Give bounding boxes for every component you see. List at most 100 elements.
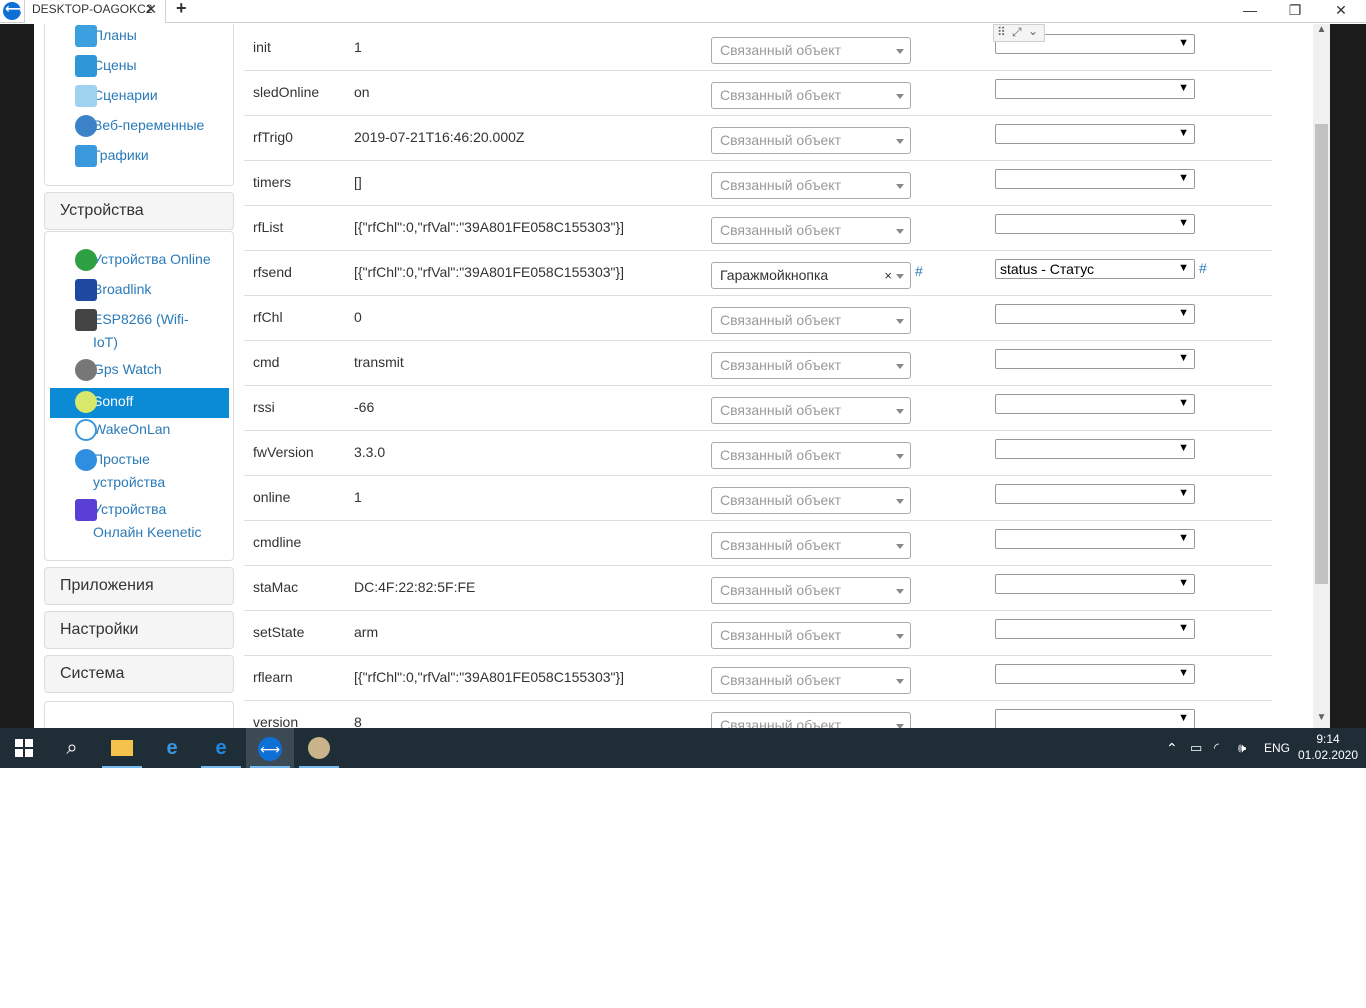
settings-header[interactable]: Настройки <box>44 611 234 649</box>
linked-object-select[interactable]: Связанный объект <box>711 217 911 244</box>
property-name: cmd <box>253 354 280 370</box>
battery-icon[interactable]: ▭ <box>1190 728 1202 768</box>
linked-property-select[interactable]: status - Статус ▼ <box>995 259 1195 279</box>
scroll-down-icon[interactable]: ▼ <box>1315 712 1328 729</box>
volume-icon[interactable]: 🕪 <box>1238 728 1246 768</box>
start-button[interactable] <box>0 728 48 768</box>
scroll-up-icon[interactable]: ▲ <box>1315 24 1328 41</box>
linked-property-select[interactable]: ▼ <box>995 574 1195 594</box>
sidebar-item-web-vars[interactable]: Веб-переменные <box>50 114 229 137</box>
devices-header[interactable]: Устройства <box>44 192 234 230</box>
linked-property-select[interactable]: ▼ <box>995 214 1195 234</box>
sidebar-item-simple-devices[interactable]: Простые устройства <box>50 448 229 494</box>
property-value: transmit <box>354 354 404 370</box>
fullscreen-icon[interactable]: ⤢ <box>1012 25 1022 40</box>
paint-icon[interactable] <box>295 728 343 768</box>
sidebar-item-sonoff[interactable]: Sonoff <box>50 388 229 418</box>
property-name: cmdline <box>253 534 302 550</box>
chevron-down-icon: ▼ <box>1178 172 1189 184</box>
linked-property-select[interactable]: ▼ <box>995 349 1195 369</box>
linked-property-select[interactable]: ▼ <box>995 439 1195 459</box>
linked-object-select[interactable]: Связанный объект <box>711 37 911 64</box>
sidebar-item-wakeonlan[interactable]: WakeOnLan <box>50 418 229 441</box>
search-icon[interactable]: ⌕ <box>48 728 96 768</box>
linked-property-select[interactable]: ▼ <box>995 484 1195 504</box>
minimize-button[interactable]: — <box>1227 0 1273 22</box>
internet-explorer-icon[interactable]: e <box>148 728 196 768</box>
close-button[interactable]: ✕ <box>1318 0 1364 22</box>
table-row: cmdline Связанный объект ▼ <box>244 521 1272 566</box>
sidebar-item-broadlink[interactable]: Broadlink <box>50 278 229 301</box>
linked-object-select[interactable]: Связанный объект <box>711 82 911 109</box>
linked-object-select[interactable]: Связанный объект <box>711 532 911 559</box>
linked-object-select[interactable]: Связанный объект <box>711 487 911 514</box>
linked-object-select[interactable]: Связанный объект <box>711 712 911 728</box>
property-link[interactable]: # <box>1199 260 1207 276</box>
sonoff-icon <box>75 391 97 413</box>
window-titlebar: DESKTOP-OAGOKC2 ✕ + — ❐ ✕ <box>0 0 1366 23</box>
linked-property-select[interactable]: ▼ <box>995 124 1195 144</box>
object-link[interactable]: # <box>915 263 923 279</box>
restore-button[interactable]: ❐ <box>1272 0 1318 22</box>
property-value: [{"rfChl":0,"rfVal":"39A801FE058C155303"… <box>354 264 625 280</box>
linked-object-select[interactable]: Связанный объект <box>711 352 911 379</box>
linked-property-select[interactable]: ▼ <box>995 79 1195 99</box>
linked-object-select[interactable]: Связанный объект <box>711 127 911 154</box>
clock-date: 01.02.2020 <box>1297 748 1359 762</box>
clear-icon[interactable]: × <box>884 263 892 288</box>
table-row: version 8 Связанный объект ▼ <box>244 701 1272 728</box>
table-row: init 1 Связанный объект ▼ <box>244 26 1272 71</box>
linked-property-select[interactable]: ▼ <box>995 394 1195 414</box>
clock[interactable]: 9:14 01.02.2020 <box>1296 731 1360 763</box>
linked-object-select[interactable]: Связанный объект <box>711 172 911 199</box>
linked-property-select[interactable]: ▼ <box>995 664 1195 684</box>
teamviewer-icon[interactable]: ⟷ <box>246 728 294 768</box>
language-indicator[interactable]: ENG <box>1264 728 1290 768</box>
linked-property-select[interactable]: ▼ <box>995 529 1195 549</box>
property-value: [] <box>354 174 362 190</box>
vertical-scrollbar[interactable]: ▲ ▼ <box>1313 24 1330 728</box>
sidebar-item-scenes[interactable]: Сцены <box>50 54 229 77</box>
linked-property-select[interactable]: ▼ <box>995 304 1195 324</box>
linked-object-select[interactable]: Связанный объект <box>711 307 911 334</box>
tab-close-icon[interactable]: ✕ <box>145 0 157 18</box>
chevron-up-icon[interactable]: ⌃ <box>1166 728 1178 768</box>
linked-object-select[interactable]: Связанный объект <box>711 397 911 424</box>
devices-panel: Устройства Online Broadlink ESP8266 (Wif… <box>44 231 234 561</box>
chevron-down-icon: ▼ <box>1178 352 1189 364</box>
linked-object-select[interactable]: Связанный объект <box>711 577 911 604</box>
scrollbar-thumb[interactable] <box>1315 124 1328 584</box>
linked-object-select[interactable]: Связанный объект <box>711 622 911 649</box>
session-tab[interactable]: DESKTOP-OAGOKC2 ✕ <box>24 0 166 23</box>
add-tab-icon[interactable]: + <box>176 0 187 19</box>
broadlink-icon <box>75 279 97 301</box>
linked-property-select[interactable]: ▼ <box>995 169 1195 189</box>
linked-object-select[interactable]: Гаражмойкнопка × <box>711 262 911 289</box>
network-icon[interactable]: ◜ <box>1214 728 1219 768</box>
power-icon <box>75 419 97 441</box>
apps-header[interactable]: Приложения <box>44 567 234 605</box>
linked-object-select[interactable]: Связанный объект <box>711 667 911 694</box>
chevron-down-icon <box>896 544 904 549</box>
remote-toolbar-widget[interactable]: ⠿ ⤢ ⌄ <box>993 24 1045 42</box>
sidebar-item-keenetic[interactable]: Устройства Онлайн Keenetic <box>50 498 229 544</box>
viewport-margin-left <box>0 24 34 728</box>
linked-property-select[interactable]: ▼ <box>995 619 1195 639</box>
sidebar-item-charts[interactable]: Графики <box>50 144 229 167</box>
sidebar-item-gps-watch[interactable]: Gps Watch <box>50 358 229 381</box>
linked-property-select[interactable]: ▼ <box>995 709 1195 728</box>
sidebar-item-devices-online[interactable]: Устройства Online <box>50 248 229 271</box>
file-explorer-icon[interactable] <box>98 728 146 768</box>
sidebar-item-esp8266[interactable]: ESP8266 (Wifi-IoT) <box>50 308 229 354</box>
sidebar-item-plans[interactable]: Планы <box>50 24 229 47</box>
linked-object-select[interactable]: Связанный объект <box>711 442 911 469</box>
property-value: [{"rfChl":0,"rfVal":"39A801FE058C155303"… <box>354 669 625 685</box>
chevron-down-icon[interactable]: ⌄ <box>1028 24 1038 38</box>
system-header[interactable]: Система <box>44 655 234 693</box>
property-value: -66 <box>354 399 375 415</box>
edge-icon[interactable]: e <box>197 728 245 768</box>
property-name: rfChl <box>253 309 283 325</box>
chevron-down-icon <box>896 94 904 99</box>
sidebar-item-scenarios[interactable]: Сценарии <box>50 84 229 107</box>
table-row: rflearn [{"rfChl":0,"rfVal":"39A801FE058… <box>244 656 1272 701</box>
